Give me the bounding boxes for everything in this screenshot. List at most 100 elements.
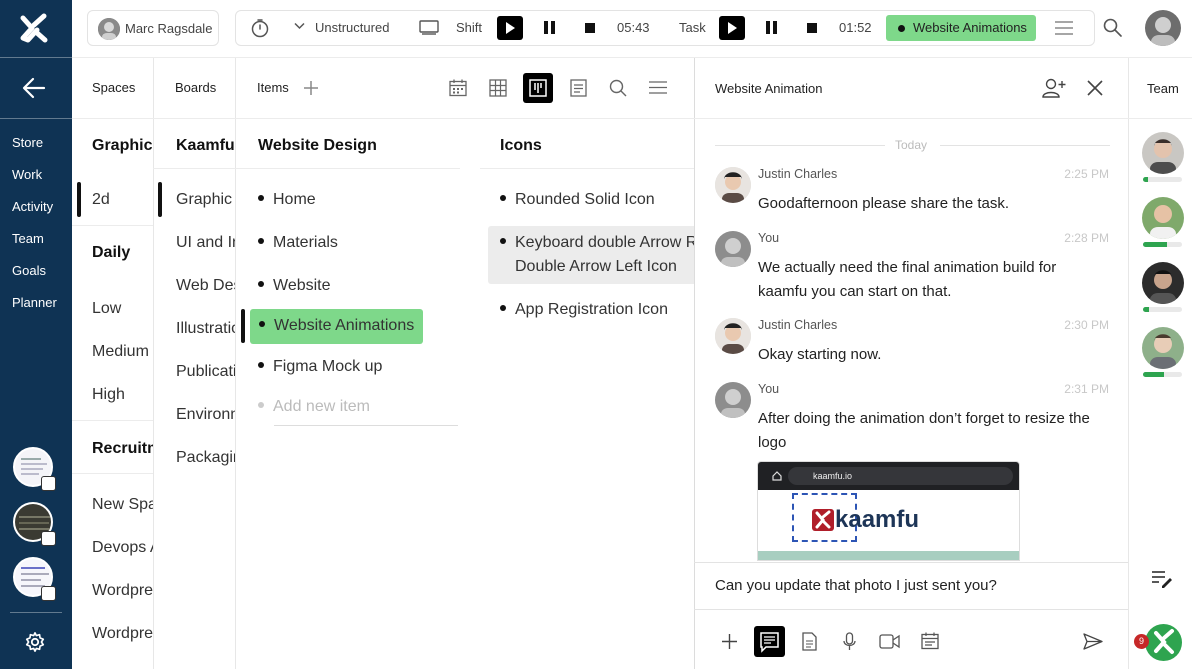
space-item[interactable]: Devops A xyxy=(92,539,153,557)
space-item[interactable]: New Spa xyxy=(92,496,153,514)
team-member-avatar[interactable] xyxy=(1142,262,1184,304)
board-item[interactable]: Web Des xyxy=(176,277,235,295)
board-item[interactable]: Packagin xyxy=(176,449,235,467)
task-pause-button[interactable] xyxy=(765,21,778,34)
space-item[interactable]: Medium xyxy=(92,343,153,361)
send-icon[interactable] xyxy=(1083,633,1103,650)
space-item[interactable]: Wordpres xyxy=(92,625,153,643)
board-item[interactable]: Graphic xyxy=(176,191,235,209)
board-group-title[interactable]: Kaamfu xyxy=(176,137,235,155)
chat-title: Website Animation xyxy=(715,81,823,96)
avatar[interactable] xyxy=(715,167,751,203)
bookmark-icon xyxy=(41,586,56,601)
search-items-icon[interactable] xyxy=(609,79,627,97)
notification-badge: 9 xyxy=(1134,634,1149,649)
attach-plus-icon[interactable] xyxy=(722,634,737,649)
list-item[interactable]: Figma Mock up xyxy=(258,358,382,376)
list-item[interactable]: Rounded Solid Icon xyxy=(500,191,694,209)
board-item[interactable]: UI and In xyxy=(176,234,235,252)
text-message-icon[interactable] xyxy=(754,626,785,657)
list-item-selected[interactable]: Website Animations xyxy=(250,309,423,344)
active-task-chip[interactable]: Website Animations xyxy=(886,15,1036,41)
space-group-title[interactable]: Daily xyxy=(92,244,153,262)
team-member-progress xyxy=(1143,177,1182,182)
image-attachment[interactable]: kaamfu.io kaamfu xyxy=(757,461,1020,561)
space-item[interactable]: Wordpres xyxy=(92,582,153,600)
video-icon[interactable] xyxy=(879,634,900,649)
items-group-title[interactable]: Website Design xyxy=(258,137,458,155)
avatar[interactable] xyxy=(715,382,751,418)
space-group-title[interactable]: Recruitm xyxy=(92,440,153,458)
board-view-icon[interactable] xyxy=(523,73,553,103)
document-view-icon[interactable] xyxy=(570,79,587,97)
message-text: After doing the animation don’t forget t… xyxy=(758,410,1090,451)
list-item[interactable]: Home xyxy=(258,191,316,209)
items-column-header[interactable]: Items xyxy=(257,80,289,95)
board-item[interactable]: Publicati xyxy=(176,363,235,381)
app-launcher-button[interactable] xyxy=(1145,624,1182,661)
sidebar-item-store[interactable]: Store xyxy=(12,135,43,150)
avatar[interactable] xyxy=(715,318,751,354)
microphone-icon[interactable] xyxy=(843,632,856,651)
avatar[interactable] xyxy=(715,231,751,267)
notes-edit-icon[interactable] xyxy=(1151,570,1173,588)
shift-pause-button[interactable] xyxy=(543,21,556,34)
shift-play-button[interactable] xyxy=(497,16,523,40)
spaces-column-header[interactable]: Spaces xyxy=(92,80,135,95)
message-text: We actually need the final animation bui… xyxy=(758,259,1057,300)
calendar-view-icon[interactable] xyxy=(449,79,467,97)
search-icon[interactable] xyxy=(1103,18,1122,37)
chevron-down-icon[interactable] xyxy=(294,22,305,30)
user-profile-button[interactable]: Marc Ragsdale xyxy=(87,10,219,46)
screen-icon xyxy=(419,20,439,35)
list-item-highlighted[interactable]: Keyboard double Arrow Ri Double Arrow Le… xyxy=(488,226,694,284)
space-item[interactable]: 2d xyxy=(92,191,153,209)
current-user-avatar[interactable] xyxy=(1145,10,1181,46)
file-icon[interactable] xyxy=(802,632,817,651)
work-mode-select[interactable]: Unstructured xyxy=(315,20,389,35)
team-member-avatar[interactable] xyxy=(1142,132,1184,174)
message-author: Justin Charles xyxy=(758,167,838,181)
back-arrow-icon[interactable] xyxy=(22,77,46,99)
team-member-progress xyxy=(1143,307,1182,312)
user-avatar xyxy=(98,18,120,40)
user-name: Marc Ragsdale xyxy=(125,21,213,36)
message-time: 2:28 PM xyxy=(1064,231,1109,245)
task-stop-button[interactable] xyxy=(807,23,817,33)
table-view-icon[interactable] xyxy=(489,79,507,97)
board-item[interactable]: Environn xyxy=(176,406,235,424)
team-member-avatar[interactable] xyxy=(1142,327,1184,369)
add-new-item-input[interactable]: Add new item xyxy=(258,398,370,416)
attachment-url: kaamfu.io xyxy=(813,471,853,481)
team-member-progress xyxy=(1143,372,1182,377)
team-member-avatar[interactable] xyxy=(1142,197,1184,239)
list-item[interactable]: Website xyxy=(258,277,331,295)
message-time: 2:30 PM xyxy=(1064,318,1109,332)
message-text: Goodafternoon please share the task. xyxy=(758,195,1010,212)
sidebar-item-goals[interactable]: Goals xyxy=(12,263,46,278)
sidebar-item-activity[interactable]: Activity xyxy=(12,199,53,214)
shift-stop-button[interactable] xyxy=(585,23,595,33)
settings-gear-icon[interactable] xyxy=(24,631,46,653)
space-item[interactable]: High xyxy=(92,386,153,404)
boards-column-header[interactable]: Boards xyxy=(175,80,216,95)
list-menu-icon[interactable] xyxy=(649,81,667,94)
list-item[interactable]: App Registration Icon xyxy=(500,301,694,319)
space-group-title[interactable]: Graphic D xyxy=(92,137,153,155)
close-icon[interactable] xyxy=(1087,80,1103,96)
sidebar-item-team[interactable]: Team xyxy=(12,231,44,246)
task-play-button[interactable] xyxy=(719,16,745,40)
add-member-icon[interactable] xyxy=(1041,78,1067,98)
add-item-plus-icon[interactable] xyxy=(304,81,318,95)
sidebar-item-planner[interactable]: Planner xyxy=(12,295,57,310)
app-logo-icon[interactable] xyxy=(19,13,49,43)
stopwatch-icon[interactable] xyxy=(250,18,270,38)
board-item[interactable]: Illustratio xyxy=(176,320,235,338)
message-input[interactable]: Can you update that photo I just sent yo… xyxy=(715,577,997,594)
space-item[interactable]: Low xyxy=(92,300,153,318)
icons-group-title[interactable]: Icons xyxy=(500,137,694,155)
sidebar-item-work[interactable]: Work xyxy=(12,167,42,182)
menu-icon[interactable] xyxy=(1054,21,1074,35)
schedule-calendar-icon[interactable] xyxy=(921,632,939,650)
list-item[interactable]: Materials xyxy=(258,234,338,252)
